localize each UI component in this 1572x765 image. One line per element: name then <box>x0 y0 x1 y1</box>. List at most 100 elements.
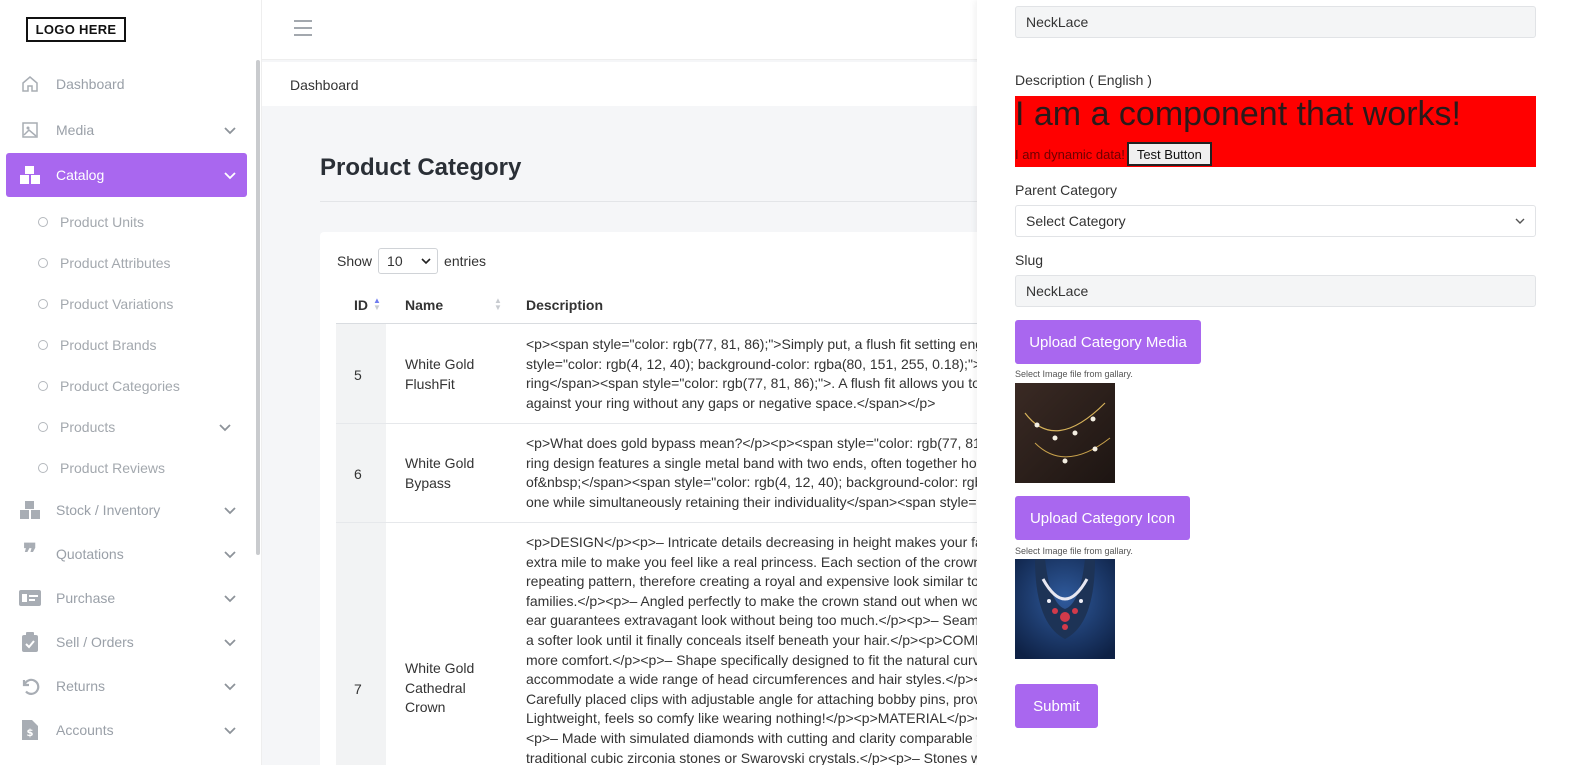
home-icon <box>19 73 41 95</box>
parent-category-value: Select Category <box>1026 213 1126 229</box>
chevron-down-icon <box>223 723 237 737</box>
component-row: I am dynamic data! Test Button <box>1015 142 1212 166</box>
parent-category-select[interactable]: Select Category <box>1015 205 1536 237</box>
chevron-down-icon <box>218 420 232 434</box>
circle-icon <box>38 422 48 432</box>
sidebar-item-returns[interactable]: Returns <box>6 664 247 708</box>
sidebar-item-label: Stock / Inventory <box>56 502 161 518</box>
test-button[interactable]: Test Button <box>1126 142 1212 166</box>
category-icon-thumbnail[interactable] <box>1015 559 1115 659</box>
sidebar-item-purchase[interactable]: Purchase <box>6 576 247 620</box>
chevron-down-icon <box>223 591 237 605</box>
component-title: I am a component that works! <box>1015 95 1461 133</box>
sidebar-subitem-label: Product Reviews <box>60 460 166 476</box>
submit-button[interactable]: Submit <box>1015 684 1098 728</box>
svg-text:$: $ <box>27 728 34 739</box>
logo: LOGO HERE <box>26 17 126 42</box>
boxes-icon <box>19 164 41 186</box>
sidebar-item-label: Media <box>56 122 95 138</box>
table-cell-description: <p><span style="color: rgb(77, 81, 86);"… <box>526 336 986 411</box>
divider <box>320 201 1000 202</box>
description-editor[interactable]: I am a component that works! I am dynami… <box>1015 96 1536 167</box>
id-column-cell <box>336 523 386 765</box>
column-header-id[interactable]: ID <box>354 297 368 313</box>
sidebar-item-catalog[interactable]: Catalog <box>6 153 247 197</box>
sidebar-item-quotations[interactable]: ❞ Quotations <box>6 532 247 576</box>
sort-icon[interactable]: ▲ ▼ <box>494 297 502 312</box>
chevron-down-icon <box>223 503 237 517</box>
sidebar-item-dashboard[interactable]: Dashboard <box>6 62 247 106</box>
upload-hint: Select Image file from gallary. <box>1015 369 1133 379</box>
sidebar-subitem-product-attributes[interactable]: Product Attributes <box>38 251 248 275</box>
circle-icon <box>38 463 48 473</box>
circle-icon <box>38 299 48 309</box>
sidebar-item-label: Accounts <box>56 722 114 738</box>
sidebar-subitem-product-categories[interactable]: Product Categories <box>38 374 248 398</box>
table-cell-id: 6 <box>354 466 362 482</box>
upload-media-button[interactable]: Upload Category Media <box>1015 320 1201 364</box>
sidebar-item-stock-inventory[interactable]: Stock / Inventory <box>6 488 247 532</box>
sidebar-item-label: Catalog <box>56 167 105 183</box>
sidebar-subitem-product-variations[interactable]: Product Variations <box>38 292 248 316</box>
chevron-down-icon <box>1515 218 1525 224</box>
column-header-description[interactable]: Description <box>526 297 603 313</box>
circle-icon <box>38 340 48 350</box>
slug-label: Slug <box>1015 252 1044 268</box>
sidebar-scrollbar[interactable] <box>256 60 260 555</box>
sidebar-subitem-label: Product Units <box>60 214 145 230</box>
show-label: Show <box>337 253 373 269</box>
description-label: Description ( English ) <box>1015 72 1152 88</box>
table-cell-description: <p>DESIGN</p><p>– Intricate details decr… <box>526 534 986 765</box>
row-divider <box>336 423 1016 424</box>
sidebar-subitem-label: Product Variations <box>60 296 174 312</box>
category-name-input[interactable]: NeckLace <box>1015 6 1536 38</box>
page-title: Product Category <box>320 154 522 181</box>
chevron-down-icon <box>421 258 431 265</box>
table-header-divider <box>336 323 1016 324</box>
slug-input[interactable]: NeckLace <box>1015 275 1536 307</box>
table-cell-name: White Gold Bypass <box>405 455 475 491</box>
sidebar-subitem-product-brands[interactable]: Product Brands <box>38 333 248 357</box>
sidebar-subitem-label: Products <box>60 419 116 435</box>
image-icon <box>19 119 41 141</box>
entries-control: Show 10 entries <box>337 248 486 274</box>
sidebar-item-label: Returns <box>56 678 106 694</box>
sidebar-item-label: Sell / Orders <box>56 634 134 650</box>
breadcrumb[interactable]: Dashboard <box>290 77 359 93</box>
sidebar-item-label: Purchase <box>56 590 116 606</box>
menu-toggle-icon[interactable] <box>294 20 312 36</box>
upload-hint: Select Image file from gallary. <box>1015 546 1133 556</box>
table-cell-id: 7 <box>354 681 362 697</box>
sidebar-subitem-label: Product Brands <box>60 337 157 353</box>
clipboard-icon <box>19 631 41 653</box>
table-cell-id: 5 <box>354 367 362 383</box>
entries-label: entries <box>444 253 487 269</box>
sidebar-subitem-product-units[interactable]: Product Units <box>38 210 248 234</box>
sidebar-item-sell-orders[interactable]: Sell / Orders <box>6 620 247 664</box>
chevron-down-icon <box>223 547 237 561</box>
circle-icon <box>38 258 48 268</box>
sidebar-item-label: Quotations <box>56 546 124 562</box>
entries-select[interactable]: 10 <box>378 248 439 274</box>
table-cell-name: White Gold Cathedral Crown <box>405 660 475 715</box>
file-dollar-icon: $ <box>19 719 41 741</box>
component-text: I am dynamic data! <box>1015 146 1125 162</box>
chevron-down-icon <box>223 635 237 649</box>
sort-icon[interactable]: ▲ ▼ <box>373 297 381 312</box>
upload-icon-button[interactable]: Upload Category Icon <box>1015 496 1190 540</box>
circle-icon <box>38 217 48 227</box>
chevron-down-icon <box>223 168 237 182</box>
table-cell-name: White Gold FlushFit <box>405 356 475 392</box>
sidebar-subitem-product-reviews[interactable]: Product Reviews <box>38 456 248 480</box>
chevron-down-icon <box>223 123 237 137</box>
quote-icon: ❞ <box>23 539 37 569</box>
card-icon <box>19 587 41 609</box>
sidebar-subitem-label: Product Attributes <box>60 255 171 271</box>
sidebar-item-accounts[interactable]: $ Accounts <box>6 708 247 752</box>
category-media-thumbnail[interactable] <box>1015 383 1115 483</box>
sidebar-subitem-products[interactable]: Products <box>38 415 248 439</box>
undo-icon <box>19 675 41 697</box>
sidebar-item-media[interactable]: Media <box>6 108 247 152</box>
column-header-name[interactable]: Name <box>405 297 443 313</box>
row-divider <box>336 522 1016 523</box>
